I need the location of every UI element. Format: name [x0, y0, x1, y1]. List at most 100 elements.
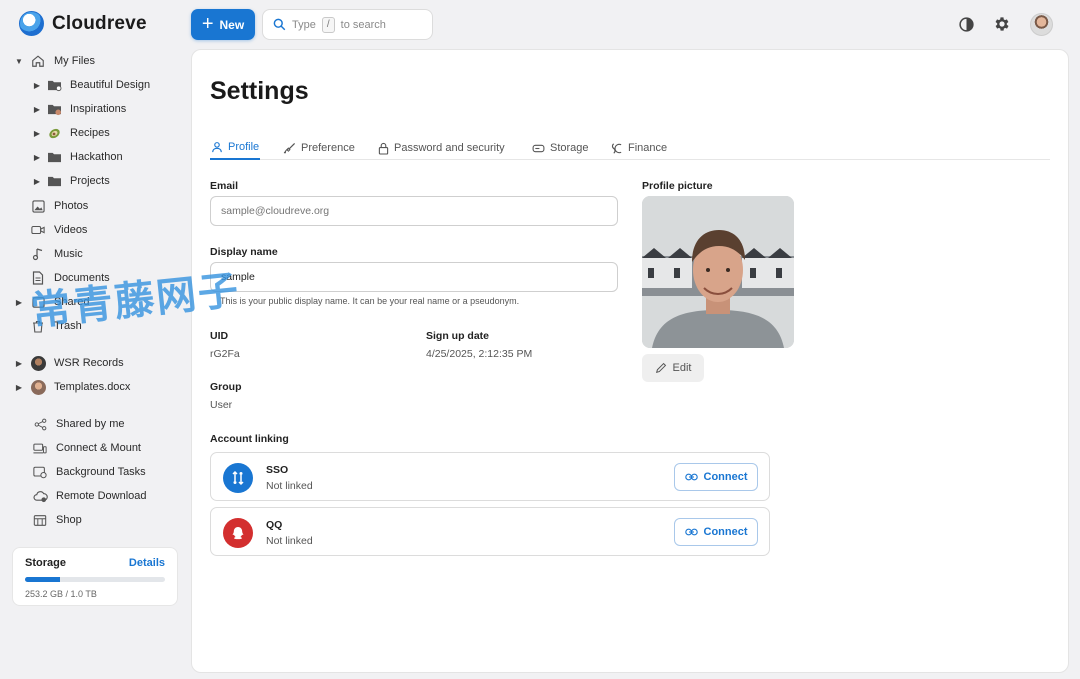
edit-profile-picture-button[interactable]: Edit	[642, 354, 704, 382]
sidebar-item-connect-mount[interactable]: Connect & Mount	[32, 437, 141, 459]
group-label: Group	[210, 381, 242, 393]
sidebar-item-label: Shared	[54, 296, 90, 308]
email-field[interactable]	[210, 196, 618, 226]
sidebar-item-recipes[interactable]: ▶ Recipes	[32, 122, 110, 144]
search-input[interactable]: Type / to search	[262, 9, 433, 40]
search-suffix: to search	[340, 18, 386, 31]
account-link-qq: QQ Not linked Connect	[210, 507, 770, 556]
connect-qq-button[interactable]: Connect	[674, 518, 758, 546]
storage-icon	[532, 144, 545, 152]
chevron-right-icon[interactable]: ▶	[32, 129, 42, 138]
storage-card: Storage Details 253.2 GB / 1.0 TB	[12, 547, 178, 606]
brush-icon	[283, 142, 296, 153]
profile-picture	[642, 196, 794, 348]
tab-storage[interactable]: Storage	[532, 136, 589, 160]
storage-details-link[interactable]: Details	[129, 557, 165, 569]
chevron-right-icon[interactable]: ▶	[14, 359, 24, 368]
uid-label: UID	[210, 330, 229, 342]
app-logo[interactable]: Cloudreve	[19, 11, 147, 36]
signup-date-label: Sign up date	[426, 330, 489, 342]
search-prefix: Type	[292, 18, 316, 31]
chevron-right-icon[interactable]: ▶	[32, 81, 42, 90]
connect-sso-button[interactable]: Connect	[674, 463, 758, 491]
link-icon	[684, 528, 698, 536]
cloudreve-logo-icon	[19, 11, 44, 36]
tab-label: Preference	[301, 142, 355, 154]
profile-picture-label: Profile picture	[642, 180, 713, 192]
app-name: Cloudreve	[52, 12, 147, 34]
sidebar-item-label: Templates.docx	[54, 381, 131, 393]
sidebar-item-my-files[interactable]: ▼ My Files	[14, 50, 95, 72]
avocado-icon	[46, 125, 62, 141]
tab-password-security[interactable]: Password and security	[378, 136, 505, 160]
avatar-icon	[30, 355, 46, 371]
gear-icon	[995, 17, 1009, 31]
chevron-right-icon[interactable]: ▶	[32, 105, 42, 114]
sidebar-item-templates[interactable]: ▶ Templates.docx	[14, 376, 130, 398]
person-icon	[212, 142, 222, 153]
chevron-right-icon[interactable]: ▶	[32, 177, 42, 186]
sidebar-item-label: Documents	[54, 272, 110, 284]
sidebar-item-wsr-records[interactable]: ▶ WSR Records	[14, 352, 124, 374]
display-name-field[interactable]	[210, 262, 618, 292]
sidebar-item-label: Recipes	[70, 127, 110, 139]
group-value: User	[210, 399, 233, 411]
image-icon	[30, 198, 46, 214]
new-button[interactable]: + New	[191, 9, 255, 40]
sidebar-item-projects[interactable]: ▶ Projects	[32, 170, 110, 192]
tab-profile[interactable]: Profile	[210, 136, 261, 160]
link-name: QQ	[266, 519, 283, 531]
sidebar-item-hackathon[interactable]: ▶ Hackathon	[32, 146, 123, 168]
tab-finance[interactable]: Finance	[610, 136, 667, 160]
currency-icon	[611, 142, 622, 154]
sidebar-item-videos[interactable]: Videos	[30, 219, 87, 241]
tab-label: Password and security	[394, 142, 505, 154]
sidebar-item-label: Background Tasks	[56, 466, 146, 478]
sidebar-item-shop[interactable]: Shop	[32, 509, 82, 531]
sidebar-item-label: Beautiful Design	[70, 79, 151, 91]
chevron-right-icon[interactable]: ▶	[32, 153, 42, 162]
storage-used-text: 253.2 GB / 1.0 TB	[25, 589, 97, 599]
sidebar-item-inspirations[interactable]: ▶ Inspirations	[32, 98, 126, 120]
sidebar-item-photos[interactable]: Photos	[30, 195, 88, 217]
sidebar-item-music[interactable]: Music	[30, 243, 83, 265]
tab-label: Storage	[550, 142, 589, 154]
account-linking-label: Account linking	[210, 433, 289, 445]
user-avatar[interactable]	[1030, 13, 1053, 36]
storage-label: Storage	[25, 557, 66, 569]
account-link-sso: SSO Not linked Connect	[210, 452, 770, 501]
settings-tabs: Profile Preference Password and security…	[210, 132, 1050, 160]
sidebar-item-label: Connect & Mount	[56, 442, 141, 454]
folder-shared-icon	[46, 77, 62, 93]
sidebar-item-documents[interactable]: Documents	[30, 267, 110, 289]
video-icon	[30, 222, 46, 238]
chevron-right-icon[interactable]: ▶	[14, 383, 24, 392]
display-name-helper: This is your public display name. It can…	[220, 296, 520, 306]
sidebar-item-label: Videos	[54, 224, 88, 236]
connect-label: Connect	[703, 526, 748, 538]
sidebar-item-beautiful-design[interactable]: ▶ Beautiful Design	[32, 74, 150, 96]
chevron-down-icon[interactable]: ▼	[14, 57, 24, 66]
theme-toggle-button[interactable]	[956, 14, 976, 34]
trash-icon	[30, 318, 46, 334]
chevron-right-icon[interactable]: ▶	[14, 298, 24, 307]
sidebar-item-shared-by-me[interactable]: Shared by me	[32, 413, 124, 435]
sidebar-item-remote-download[interactable]: Remote Download	[32, 485, 147, 507]
sidebar-item-trash[interactable]: Trash	[30, 315, 82, 337]
tab-preference[interactable]: Preference	[283, 136, 355, 160]
link-name: SSO	[266, 464, 289, 476]
page-title: Settings	[210, 77, 309, 105]
sidebar-item-shared[interactable]: ▶ Shared	[14, 291, 90, 313]
settings-button[interactable]	[992, 14, 1012, 34]
plus-icon: +	[201, 12, 214, 35]
edit-label: Edit	[672, 362, 692, 374]
folder-avatar-icon	[46, 101, 62, 117]
shared-icon	[30, 294, 46, 310]
sidebar-item-label: My Files	[54, 55, 95, 67]
search-shortcut-key: /	[321, 16, 335, 33]
sidebar-item-background-tasks[interactable]: Background Tasks	[32, 461, 146, 483]
search-icon	[273, 18, 286, 31]
tasks-icon	[32, 464, 48, 480]
sso-icon	[223, 463, 253, 493]
cloud-download-icon	[32, 488, 48, 504]
